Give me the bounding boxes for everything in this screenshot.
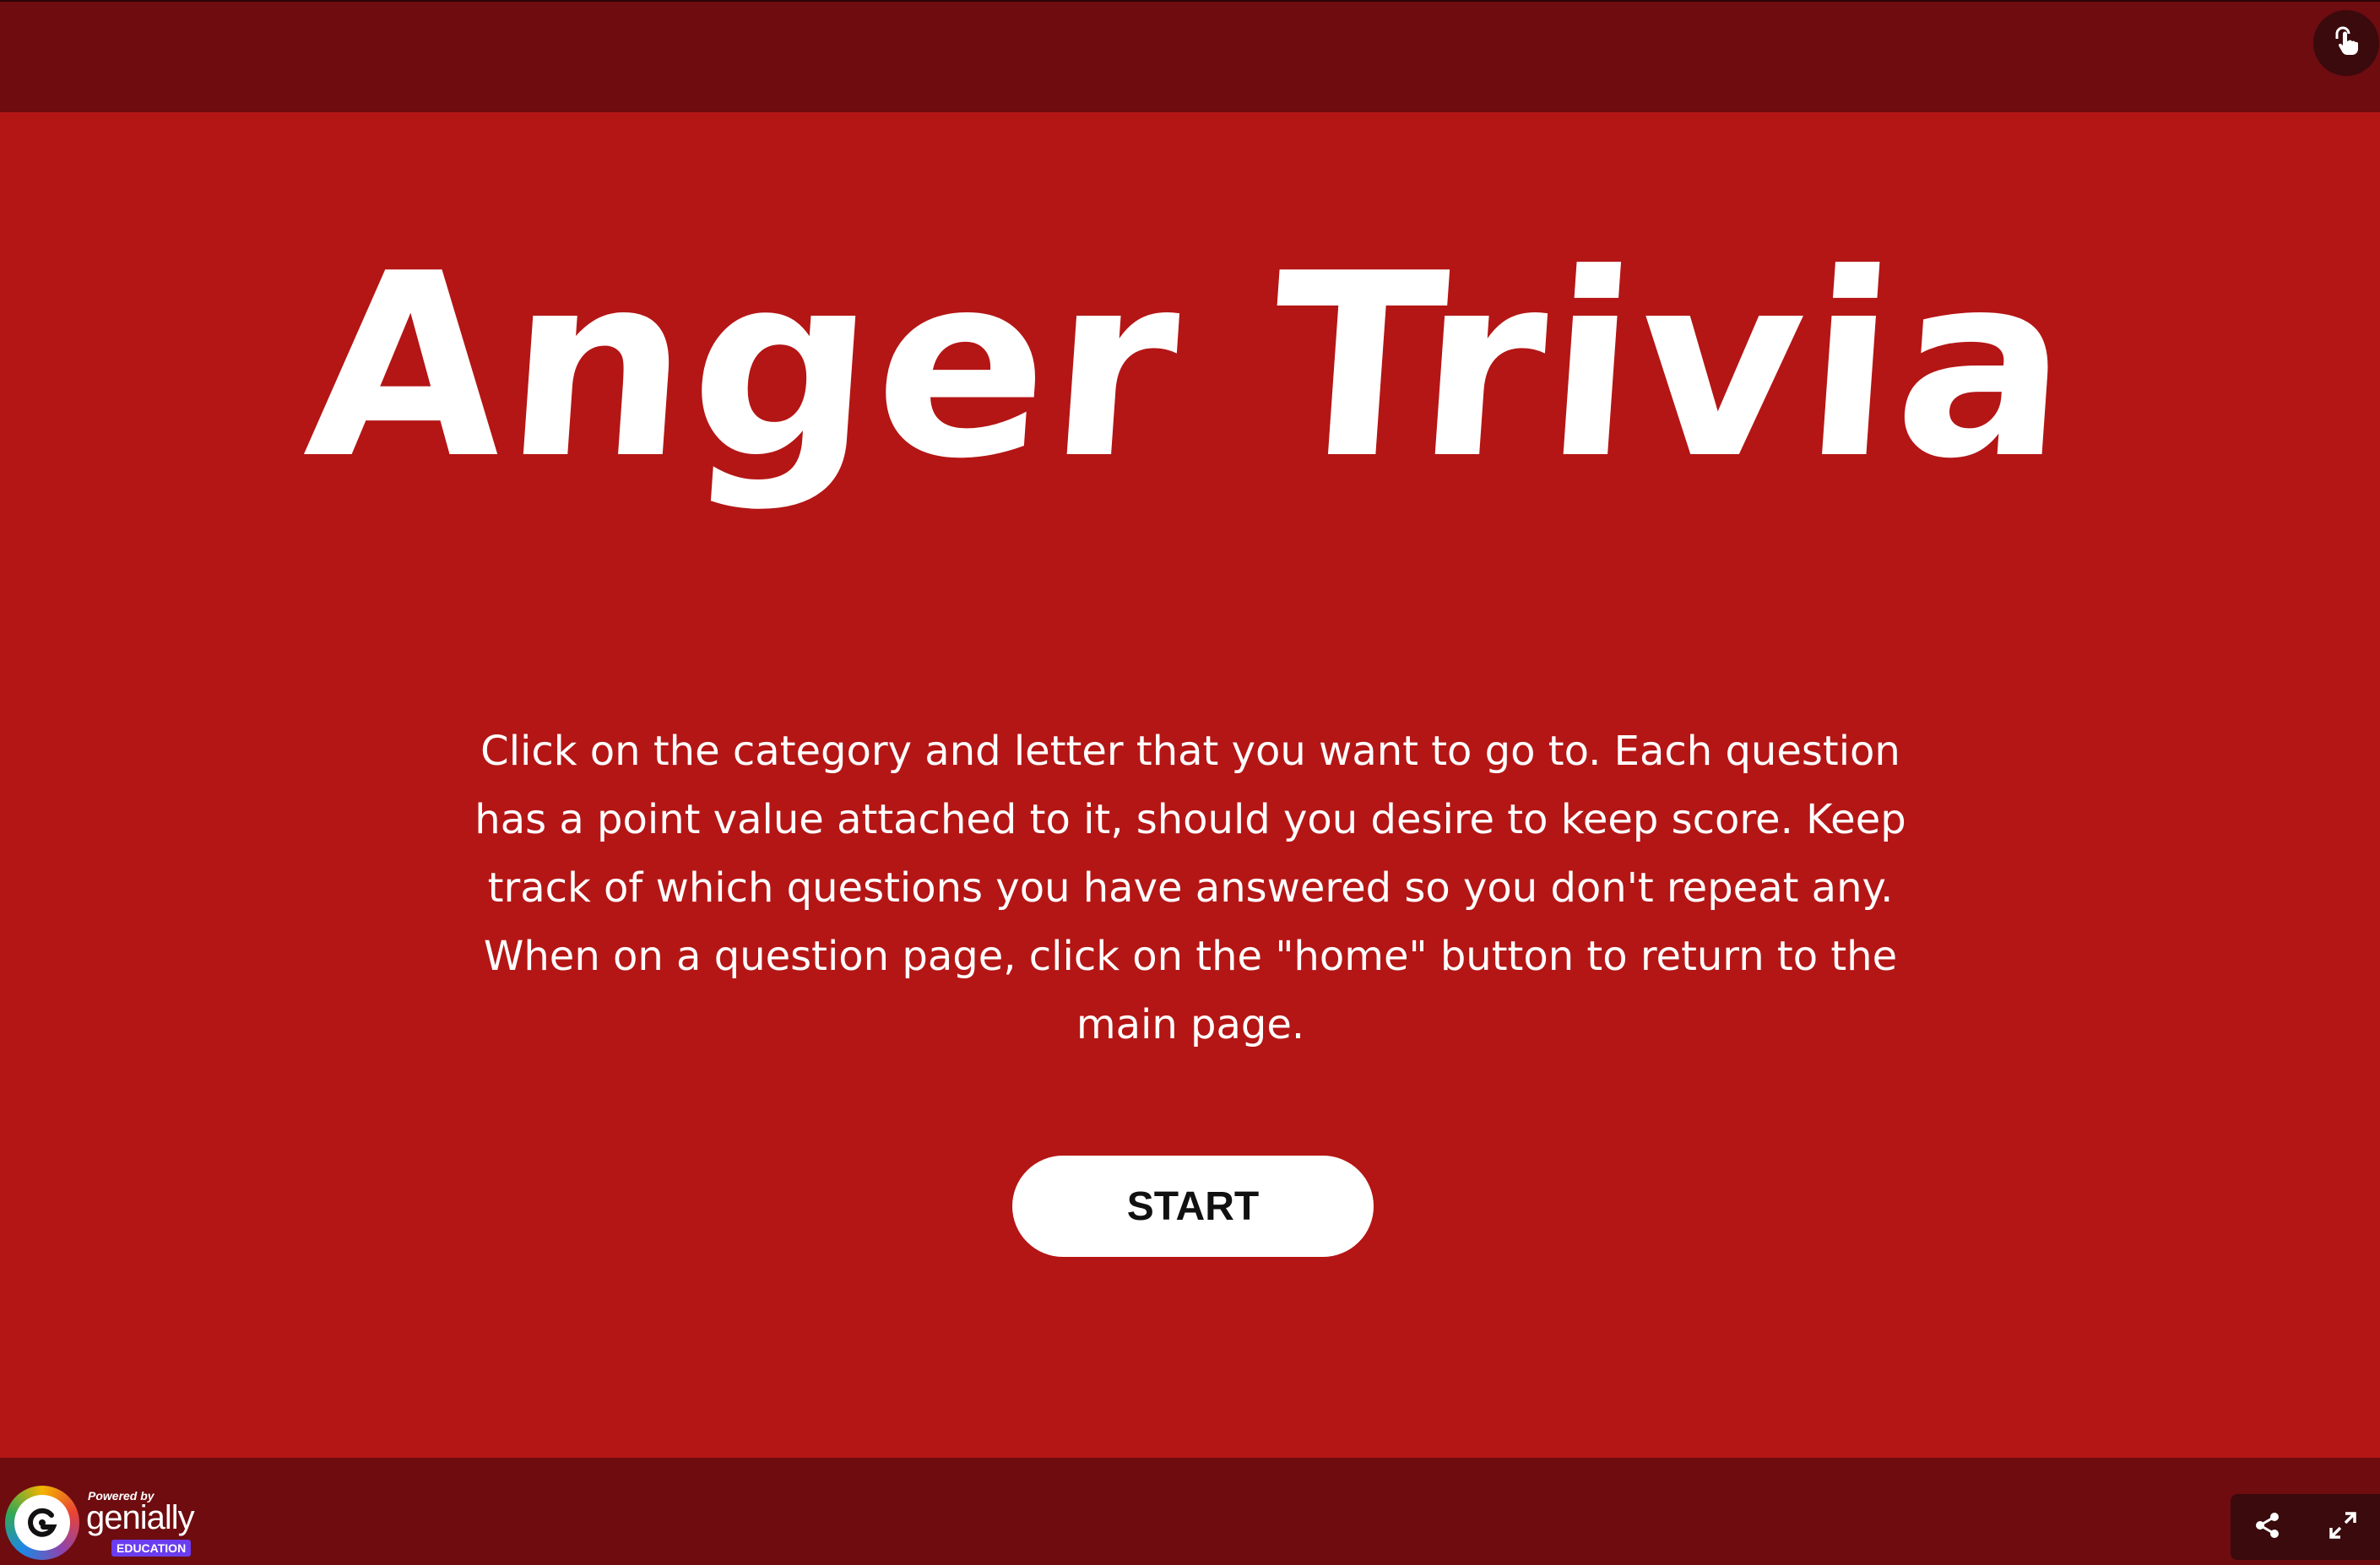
share-button[interactable]	[2242, 1502, 2293, 1552]
genially-logo-icon	[5, 1486, 79, 1560]
viewer-controls	[2231, 1494, 2380, 1560]
instructions-text: Click on the category and letter that yo…	[474, 728, 1906, 1048]
pointer-lock-icon	[2328, 24, 2364, 62]
fullscreen-button[interactable]	[2318, 1502, 2368, 1552]
interaction-toggle-button[interactable]	[2313, 10, 2379, 76]
edition-badge: EDUCATION	[111, 1540, 192, 1557]
share-icon	[2253, 1511, 2282, 1543]
start-button-label: START	[1126, 1183, 1260, 1229]
slide-title: Anger Trivia	[298, 219, 2082, 514]
top-bar	[0, 0, 2380, 112]
fullscreen-icon	[2328, 1510, 2358, 1544]
bottom-bar	[0, 1458, 2380, 1565]
presentation-viewer: Anger Trivia Click on the category and l…	[0, 0, 2380, 1565]
brand-name: genially	[86, 1499, 195, 1536]
genially-branding[interactable]: Powered by genially EDUCATION	[5, 1486, 216, 1560]
start-button[interactable]: START	[1012, 1156, 1374, 1257]
